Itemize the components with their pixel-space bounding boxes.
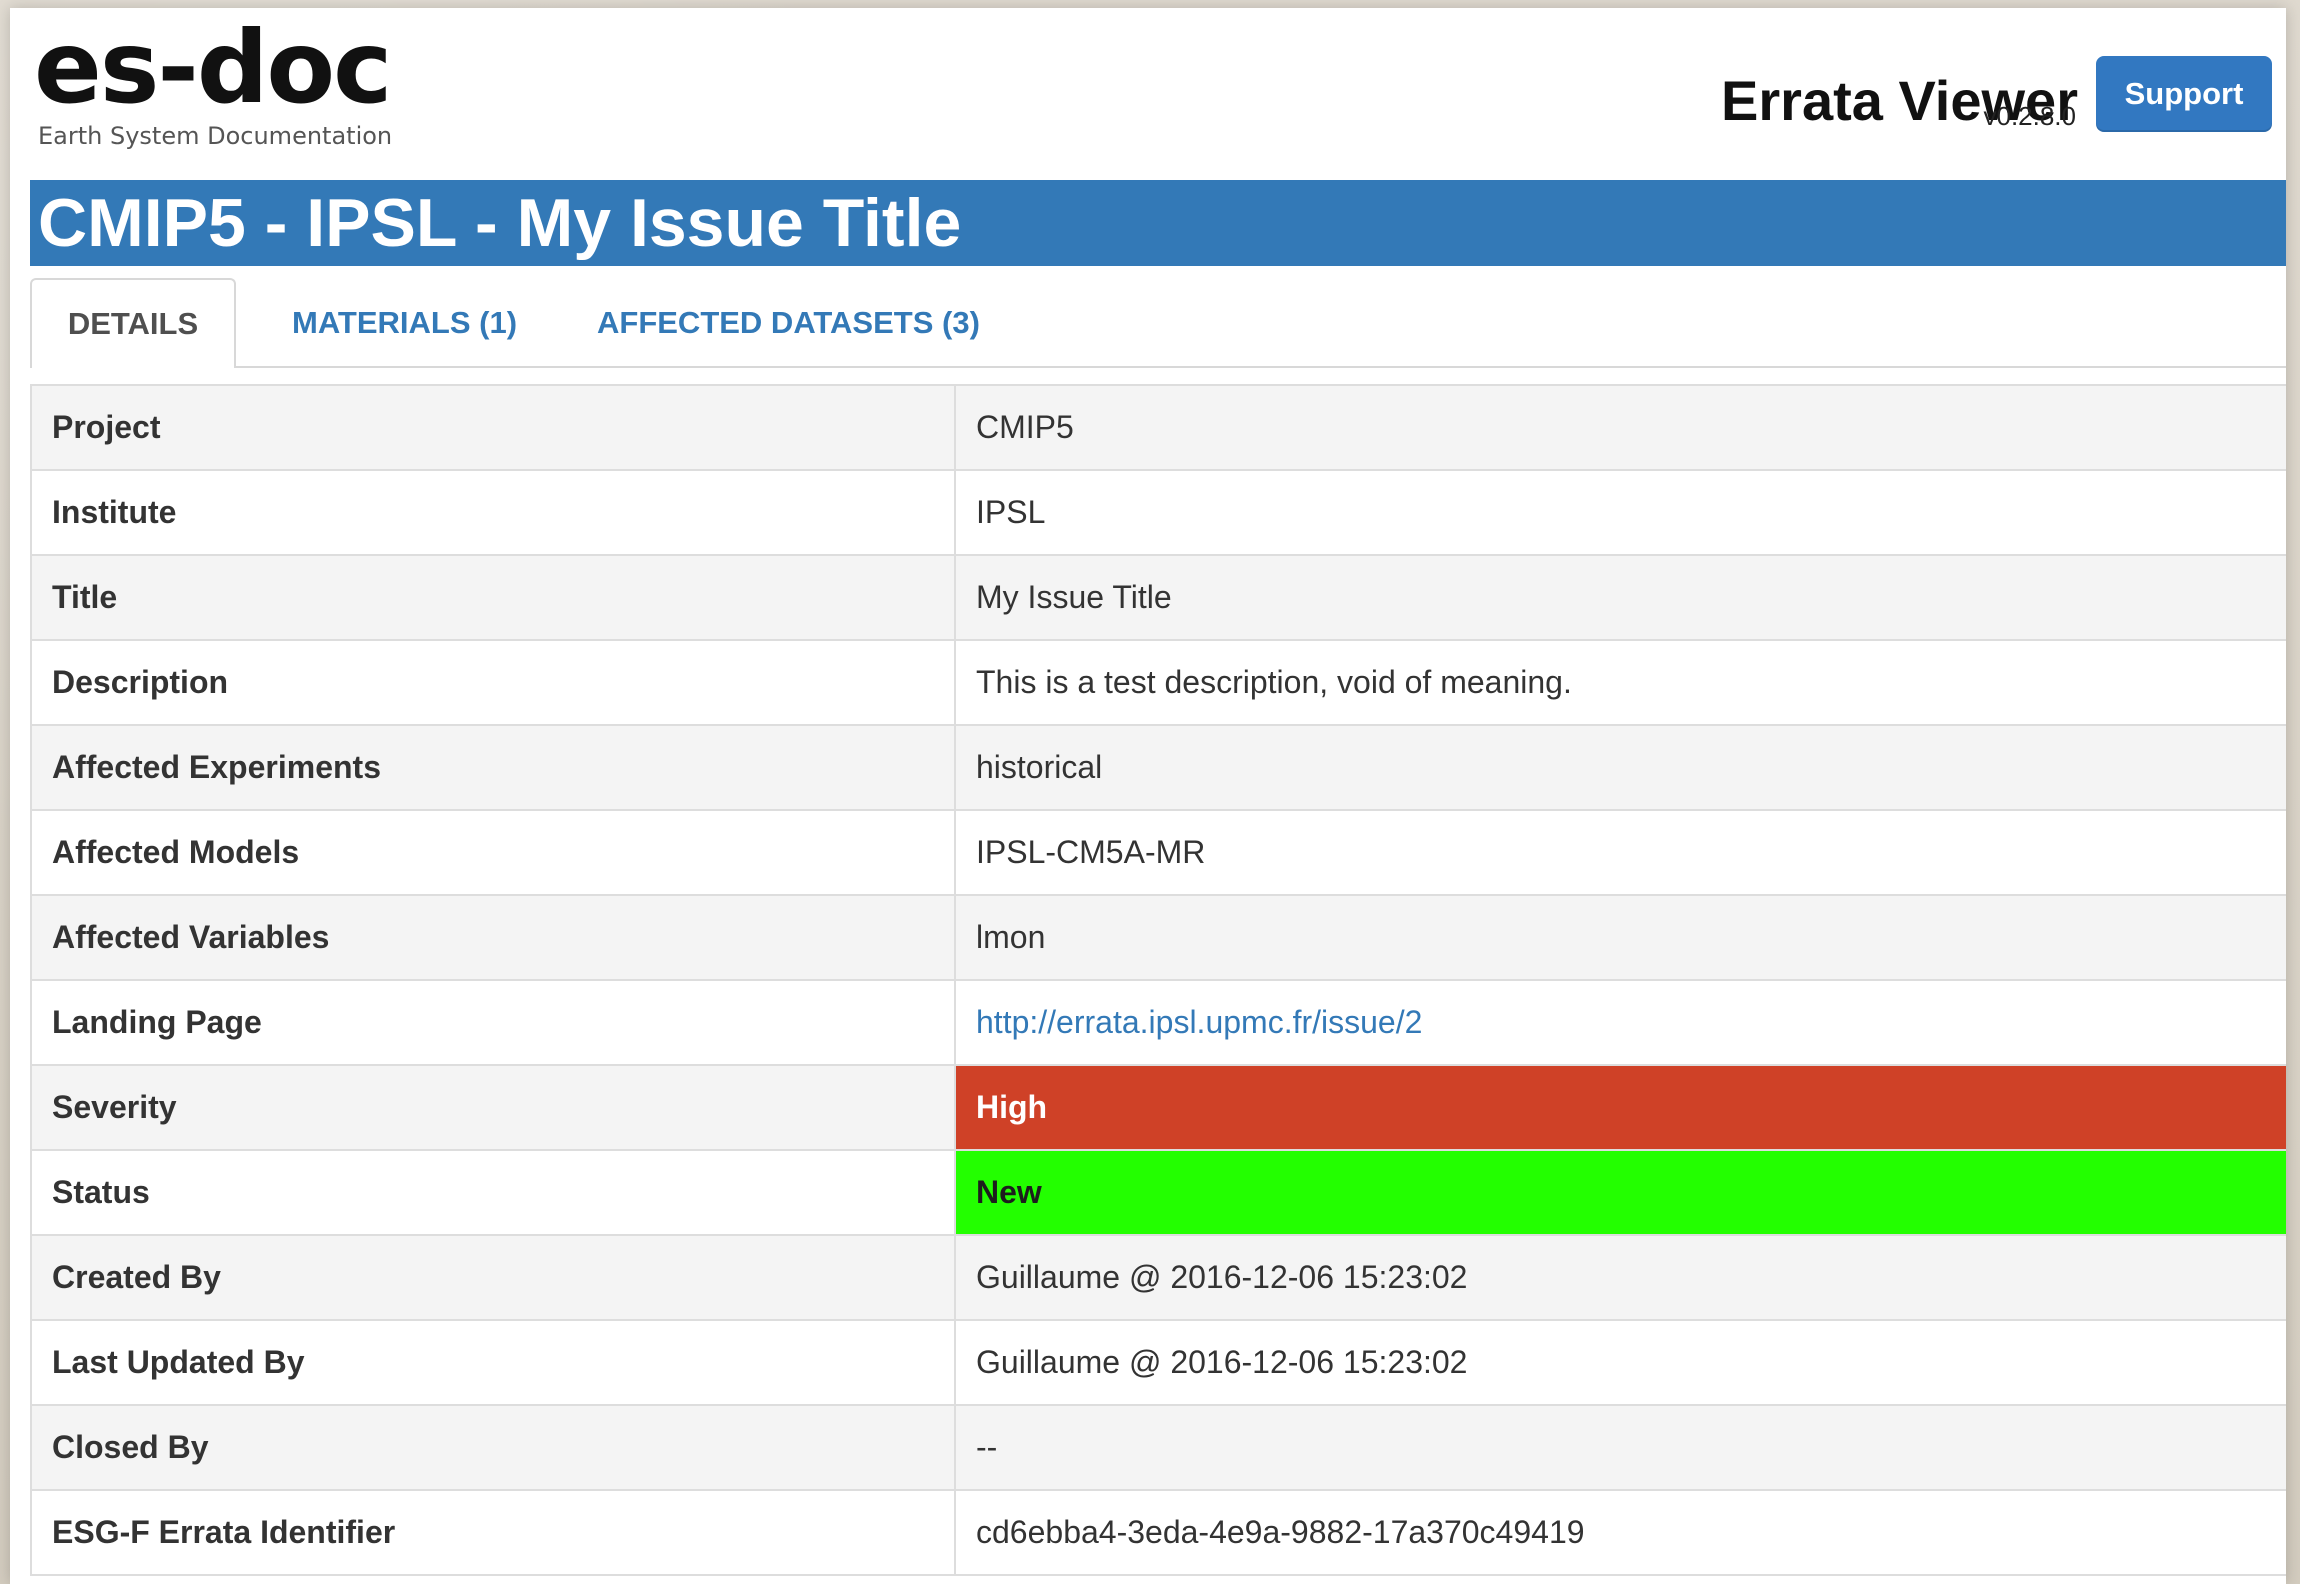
- details-label-last-updated-by: Last Updated By: [30, 1319, 956, 1406]
- issue-details-table: Project CMIP5 Institute IPSL Title My Is…: [30, 384, 2286, 1576]
- details-value-closed-by: --: [954, 1404, 2286, 1491]
- brand-title: es-doc: [34, 9, 392, 126]
- landing-page-link[interactable]: http://errata.ipsl.upmc.fr/issue/2: [976, 1004, 1422, 1040]
- details-label-created-by: Created By: [30, 1234, 956, 1321]
- details-label-affected-experiments: Affected Experiments: [30, 724, 956, 811]
- details-label-institute: Institute: [30, 469, 956, 556]
- details-label-project: Project: [30, 384, 956, 471]
- details-value-affected-experiments: historical: [954, 724, 2286, 811]
- brand-subtitle: Earth System Documentation: [38, 122, 393, 150]
- details-value-landing-page: http://errata.ipsl.upmc.fr/issue/2: [954, 979, 2286, 1066]
- details-label-esgf-errata-identifier: ESG-F Errata Identifier: [30, 1489, 956, 1576]
- details-row-landing-page: Landing Page http://errata.ipsl.upmc.fr/…: [30, 979, 2286, 1066]
- details-row-affected-variables: Affected Variables lmon: [30, 894, 2286, 981]
- details-label-affected-variables: Affected Variables: [30, 894, 956, 981]
- details-label-status: Status: [30, 1149, 956, 1236]
- brand-logo: es-doc Earth System Documentation: [34, 9, 393, 151]
- issue-tabs: DETAILS MATERIALS (1) AFFECTED DATASETS …: [30, 278, 2286, 368]
- details-value-severity: High: [954, 1064, 2286, 1151]
- tab-affected-datasets[interactable]: AFFECTED DATASETS (3): [597, 278, 980, 368]
- details-value-title: My Issue Title: [954, 554, 2286, 641]
- details-row-affected-models: Affected Models IPSL-CM5A-MR: [30, 809, 2286, 896]
- errata-page: es-doc Earth System Documentation Errata…: [10, 8, 2286, 1584]
- details-value-esgf-errata-identifier: cd6ebba4-3eda-4e9a-9882-17a370c49419: [954, 1489, 2286, 1576]
- details-value-institute: IPSL: [954, 469, 2286, 556]
- tab-details[interactable]: DETAILS: [30, 278, 236, 368]
- details-row-project: Project CMIP5: [30, 384, 2286, 471]
- details-row-created-by: Created By Guillaume @ 2016-12-06 15:23:…: [30, 1234, 2286, 1321]
- details-row-affected-experiments: Affected Experiments historical: [30, 724, 2286, 811]
- details-value-created-by: Guillaume @ 2016-12-06 15:23:02: [954, 1234, 2286, 1321]
- details-value-status: New: [954, 1149, 2286, 1236]
- details-value-last-updated-by: Guillaume @ 2016-12-06 15:23:02: [954, 1319, 2286, 1406]
- tab-materials[interactable]: MATERIALS (1): [292, 278, 517, 368]
- details-row-closed-by: Closed By --: [30, 1404, 2286, 1491]
- page-header: es-doc Earth System Documentation Errata…: [10, 8, 2286, 178]
- details-row-institute: Institute IPSL: [30, 469, 2286, 556]
- details-row-status: Status New: [30, 1149, 2286, 1236]
- details-label-severity: Severity: [30, 1064, 956, 1151]
- details-row-title: Title My Issue Title: [30, 554, 2286, 641]
- issue-title-bar: CMIP5 - IPSL - My Issue Title: [30, 180, 2286, 266]
- details-label-title: Title: [30, 554, 956, 641]
- details-value-description: This is a test description, void of mean…: [954, 639, 2286, 726]
- details-row-description: Description This is a test description, …: [30, 639, 2286, 726]
- details-value-project: CMIP5: [954, 384, 2286, 471]
- details-row-severity: Severity High: [30, 1064, 2286, 1151]
- viewer-version: v0.2.8.0: [1983, 101, 2076, 131]
- details-row-last-updated-by: Last Updated By Guillaume @ 2016-12-06 1…: [30, 1319, 2286, 1406]
- support-button[interactable]: Support: [2096, 56, 2272, 132]
- details-label-affected-models: Affected Models: [30, 809, 956, 896]
- details-value-affected-variables: lmon: [954, 894, 2286, 981]
- details-label-closed-by: Closed By: [30, 1404, 956, 1491]
- details-row-esgf-errata-identifier: ESG-F Errata Identifier cd6ebba4-3eda-4e…: [30, 1489, 2286, 1576]
- details-label-landing-page: Landing Page: [30, 979, 956, 1066]
- details-value-affected-models: IPSL-CM5A-MR: [954, 809, 2286, 896]
- details-label-description: Description: [30, 639, 956, 726]
